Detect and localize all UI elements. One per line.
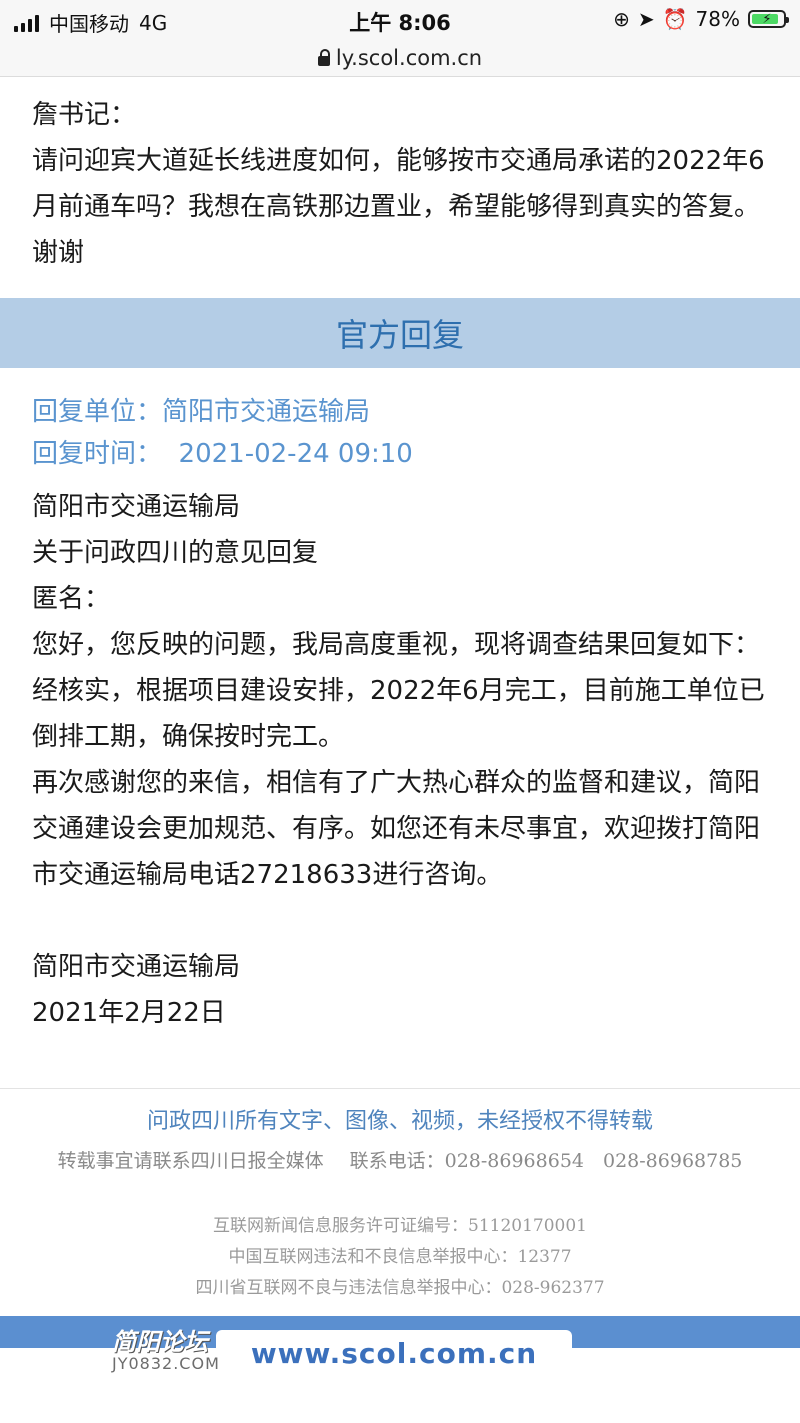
reply-time-value: 2021-02-24 09:10	[178, 439, 413, 469]
question-body: 请问迎宾大道延长线进度如何，能够按市交通局承诺的2022年6月前通车吗？我想在高…	[32, 146, 765, 268]
watermark-logo: 简阳论坛	[112, 1328, 208, 1356]
reply-signature: 简阳市交通运输局	[32, 952, 241, 982]
reply-unit-label: 回复单位：	[32, 397, 163, 427]
battery-percent: 78%	[695, 7, 740, 31]
site-link-text[interactable]: www.scol.com.cn	[251, 1337, 537, 1370]
reply-paragraph-3: 再次感谢您的来信，相信有了广大热心群众的监督和建议，简阳交通建设会更加规范、有序…	[32, 768, 761, 890]
reply-org: 简阳市交通运输局	[32, 492, 241, 522]
battery-icon: ⚡	[748, 10, 789, 28]
address-bar[interactable]: ly.scol.com.cn	[0, 40, 800, 77]
reply-subject: 关于问政四川的意见回复	[32, 538, 319, 568]
reply-addressee: 匿名：	[32, 584, 111, 614]
alarm-icon: ⏰	[662, 7, 688, 31]
footer-reprint-row: 转载事宜请联系四川日报全媒体 联系电话：028-86968654 028-8696…	[0, 1146, 800, 1173]
site-link[interactable]: www.scol.com.cn	[216, 1330, 572, 1376]
reply-date: 2021年2月22日	[32, 998, 226, 1028]
status-bar: 中国移动 4G 上午 8:06 ⊕ ➤ ⏰ 78% ⚡	[0, 0, 800, 40]
url-text[interactable]: ly.scol.com.cn	[336, 46, 482, 70]
footer-sichuan-report: 四川省互联网不良与违法信息举报中心：028-962377	[195, 1278, 605, 1298]
reply-body: 简阳市交通运输局 关于问政四川的意见回复 匿名： 您好，您反映的问题，我局高度重…	[32, 484, 772, 1036]
rotation-lock-icon: ⊕	[613, 7, 630, 31]
official-reply-header: 官方回复	[0, 298, 800, 368]
reply-time-label: 回复时间：	[32, 439, 163, 469]
footer-copyright: 问政四川所有文字、图像、视频，未经授权不得转载	[146, 1109, 653, 1134]
location-icon: ➤	[637, 7, 655, 31]
reply-time: 回复时间： 2021-02-24 09:10	[32, 431, 413, 477]
footer-license: 互联网新闻信息服务许可证编号：51120170001	[213, 1216, 587, 1236]
footer-contact: 联系电话：028-86968654 028-86968785	[349, 1150, 743, 1172]
lock-icon	[317, 49, 330, 66]
watermark-domain: JY0832.COM	[112, 1354, 220, 1373]
question-salutation: 詹书记：	[32, 100, 137, 130]
footer-reprint: 转载事宜请联系四川日报全媒体	[57, 1150, 324, 1172]
footer-divider	[0, 1088, 800, 1089]
footer-report-center: 中国互联网违法和不良信息举报中心：12377	[228, 1247, 572, 1267]
official-reply-title: 官方回复	[335, 316, 464, 354]
reply-paragraph-1: 您好，您反映的问题，我局高度重视，现将调查结果回复如下：	[32, 630, 761, 660]
reply-unit-value: 简阳市交通运输局	[162, 397, 371, 427]
reply-unit: 回复单位：简阳市交通运输局	[32, 389, 370, 435]
status-right: ⊕ ➤ ⏰ 78% ⚡	[613, 7, 789, 31]
question-section: 詹书记： 请问迎宾大道延长线进度如何，能够按市交通局承诺的2022年6月前通车吗…	[32, 92, 772, 276]
reply-paragraph-2: 经核实，根据项目建设安排，2022年6月完工，目前施工单位已倒排工期，确保按时完…	[32, 676, 765, 752]
